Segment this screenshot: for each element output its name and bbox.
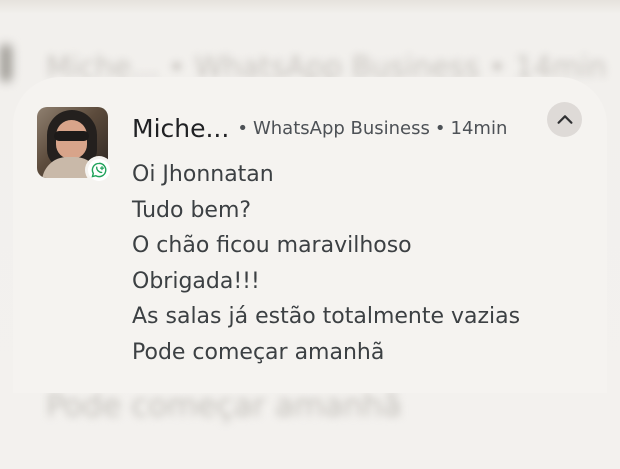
notification-meta: • WhatsApp Business • 14min bbox=[237, 118, 507, 139]
sender-name: Miche... bbox=[132, 113, 230, 143]
background-notification-text: Pode começar amanhã bbox=[46, 388, 402, 424]
separator-dot: • bbox=[434, 117, 446, 139]
message-time: 14min bbox=[450, 117, 508, 139]
whatsapp-badge bbox=[85, 156, 113, 184]
message-line: Oi Jhonnatan bbox=[132, 162, 274, 187]
sunglasses-icon bbox=[54, 131, 89, 141]
message-line: O chão ficou maravilhoso bbox=[132, 233, 412, 258]
notification-header: Miche... • WhatsApp Business • 14min bbox=[132, 111, 507, 145]
background-accent bbox=[0, 44, 12, 82]
separator-dot: • bbox=[237, 117, 248, 139]
message-list: Oi Jhonnatan Tudo bem? O chão ficou mara… bbox=[132, 157, 582, 370]
app-name: WhatsApp Business bbox=[252, 117, 430, 139]
whatsapp-icon bbox=[91, 162, 107, 178]
whatsapp-business-icon bbox=[88, 159, 110, 181]
message-line: Pode começar amanhã bbox=[132, 339, 385, 365]
message-line: Obrigada!!! bbox=[132, 268, 260, 294]
expand-button[interactable] bbox=[547, 102, 582, 137]
notification-card[interactable]: Miche... • WhatsApp Business • 14min Oi Jho… bbox=[13, 77, 607, 393]
message-line: Tudo bem? bbox=[132, 197, 252, 223]
chevron-up-icon bbox=[556, 114, 573, 124]
message-line: As salas já estão totalmente vazias bbox=[132, 304, 521, 329]
